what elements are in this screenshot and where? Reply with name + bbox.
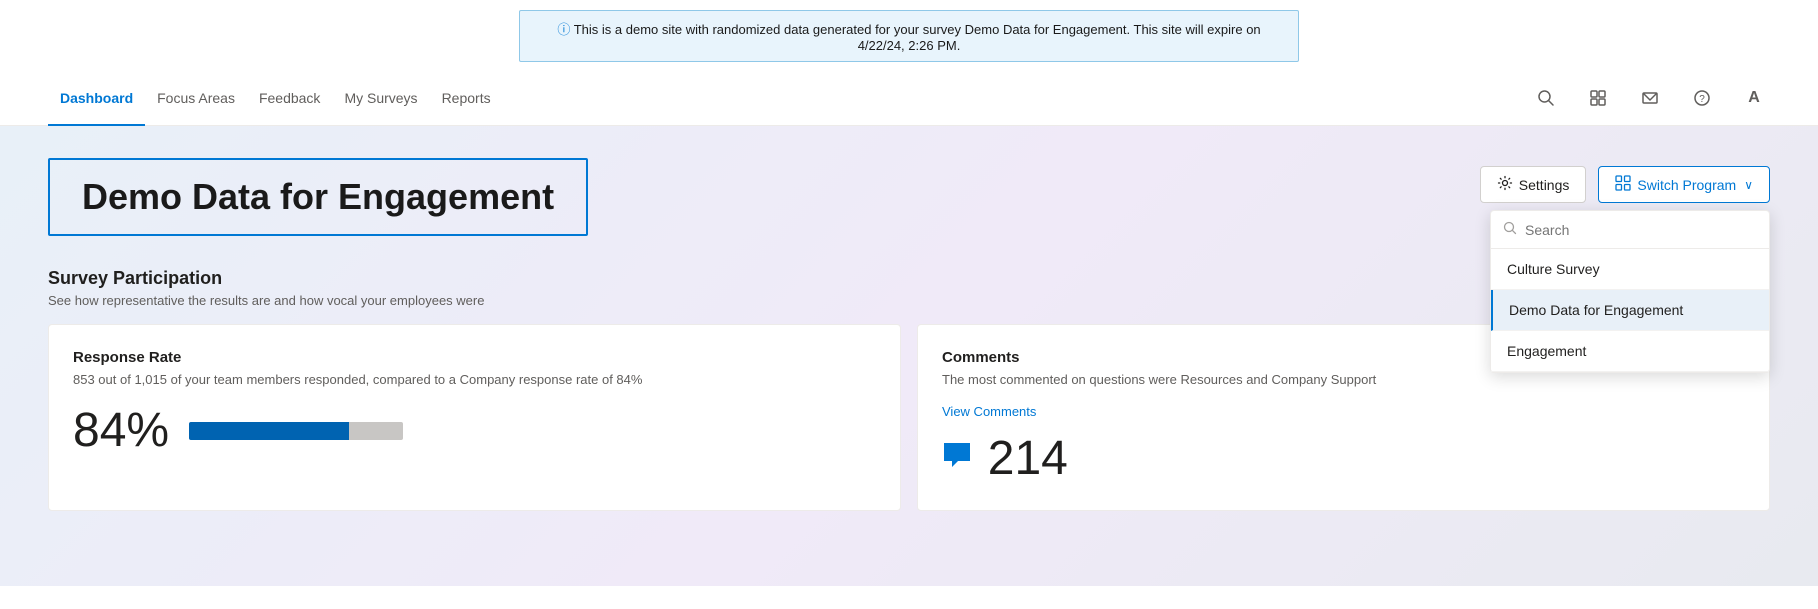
nav-item-dashboard[interactable]: Dashboard: [48, 70, 145, 126]
comments-count-value: 214: [988, 432, 1068, 485]
response-rate-value: 84%: [73, 403, 169, 458]
response-rate-desc: 853 out of 1,015 of your team members re…: [73, 372, 876, 387]
dropdown-item-engagement[interactable]: Engagement: [1491, 331, 1769, 372]
comments-desc: The most commented on questions were Res…: [942, 372, 1745, 387]
nav-item-reports[interactable]: Reports: [430, 70, 503, 126]
page-title: Demo Data for Engagement: [82, 176, 554, 218]
nav-item-focus-areas[interactable]: Focus Areas: [145, 70, 247, 126]
response-rate-display: 84%: [73, 403, 876, 458]
nav-label-focus-areas: Focus Areas: [157, 90, 235, 106]
settings-label: Settings: [1519, 177, 1570, 193]
nav-item-feedback[interactable]: Feedback: [247, 70, 332, 126]
main-content: Demo Data for Engagement Settings: [0, 126, 1818, 586]
progress-bar: [189, 422, 403, 440]
font-icon-button[interactable]: A: [1738, 82, 1770, 114]
switch-program-button[interactable]: Switch Program ∨: [1598, 166, 1770, 203]
demo-banner: ⓘ This is a demo site with randomized da…: [519, 10, 1299, 62]
comment-bubble-icon: [942, 444, 980, 475]
nav-label-dashboard: Dashboard: [60, 90, 133, 106]
navbar: Dashboard Focus Areas Feedback My Survey…: [0, 70, 1818, 126]
view-comments-link[interactable]: View Comments: [942, 404, 1036, 419]
chevron-down-icon: ∨: [1744, 178, 1753, 192]
progress-bar-fill: [189, 422, 349, 440]
dropdown-item-label: Demo Data for Engagement: [1509, 302, 1683, 318]
title-actions: Settings Switch Program ∨: [1480, 166, 1770, 203]
gear-icon: [1497, 175, 1513, 194]
dropdown-search-icon: [1503, 221, 1517, 238]
switch-icon-button[interactable]: [1582, 82, 1614, 114]
title-section: Demo Data for Engagement Settings: [48, 158, 1770, 236]
nav-label-reports: Reports: [442, 90, 491, 106]
nav-label-feedback: Feedback: [259, 90, 320, 106]
mail-icon-button[interactable]: [1634, 82, 1666, 114]
switch-program-label: Switch Program: [1637, 177, 1736, 193]
nav-label-my-surveys: My Surveys: [344, 90, 417, 106]
nav-item-my-surveys[interactable]: My Surveys: [332, 70, 429, 126]
response-rate-title: Response Rate: [73, 349, 876, 366]
dropdown-item-label: Engagement: [1507, 343, 1586, 359]
svg-text:?: ?: [1699, 94, 1705, 105]
progress-bar-empty: [349, 422, 403, 440]
settings-button[interactable]: Settings: [1480, 166, 1587, 203]
page-title-box: Demo Data for Engagement: [48, 158, 588, 236]
switch-program-dropdown: Culture Survey Demo Data for Engagement …: [1490, 210, 1770, 373]
switch-program-icon: [1615, 175, 1631, 194]
dropdown-item-demo-data[interactable]: Demo Data for Engagement: [1491, 290, 1769, 331]
info-icon: ⓘ: [557, 22, 570, 37]
help-icon-button[interactable]: ?: [1686, 82, 1718, 114]
dropdown-item-culture-survey[interactable]: Culture Survey: [1491, 249, 1769, 290]
search-icon-button[interactable]: [1530, 82, 1562, 114]
dropdown-item-label: Culture Survey: [1507, 261, 1600, 277]
response-rate-card: Response Rate 853 out of 1,015 of your t…: [48, 324, 901, 511]
comments-count-display: 214: [942, 431, 1745, 486]
dropdown-search-container: [1491, 211, 1769, 249]
banner-text: This is a demo site with randomized data…: [574, 22, 1261, 53]
dropdown-search-input[interactable]: [1525, 222, 1757, 238]
nav-icons: ? A: [1530, 82, 1770, 114]
